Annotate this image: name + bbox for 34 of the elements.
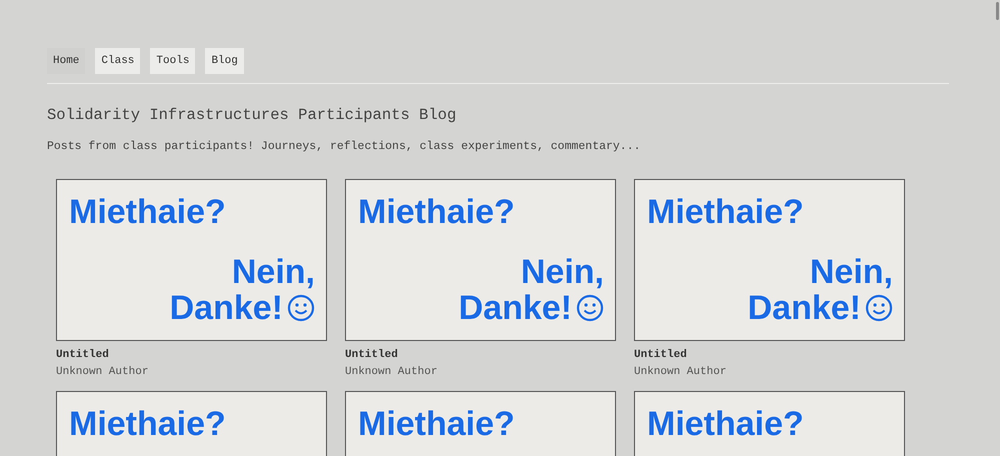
poster-text: Miethaie?: [647, 406, 804, 442]
post-title[interactable]: Untitled: [634, 349, 905, 361]
post-thumbnail[interactable]: Miethaie? Nein, Danke!: [345, 179, 616, 341]
page-title: Solidarity Infrastructures Participants Blog: [47, 106, 458, 124]
poster-text: Miethaie?: [647, 194, 804, 230]
post-title[interactable]: Untitled: [56, 349, 327, 361]
nav-link[interactable]: Tools: [150, 48, 196, 74]
smiley-icon: [865, 294, 893, 322]
post-thumbnail[interactable]: Miethaie?: [56, 391, 327, 456]
post-author: Unknown Author: [634, 366, 728, 378]
nav-link[interactable]: Home: [47, 48, 86, 74]
poster-text: Miethaie?: [69, 406, 226, 442]
scrollbar-thumb[interactable]: [996, 2, 999, 20]
poster-text: Miethaie?: [69, 194, 226, 230]
post-thumbnail[interactable]: Miethaie? Nein, Danke!: [56, 179, 327, 341]
poster-text: Nein,: [232, 254, 315, 290]
poster-text: Miethaie?: [358, 406, 515, 442]
post-thumbnail[interactable]: Miethaie?: [345, 391, 616, 456]
poster-text: Nein,: [520, 254, 604, 290]
post-title[interactable]: Untitled: [345, 349, 616, 361]
post-thumbnail[interactable]: Miethaie? Nein, Danke!: [634, 179, 905, 341]
smiley-icon: [576, 294, 604, 322]
post-thumbnail[interactable]: Miethaie?: [634, 391, 905, 456]
poster-text: Danke!: [458, 290, 572, 326]
poster-text: Nein,: [810, 254, 893, 290]
page-subtitle: Posts from class participants! Journeys, reflections, class experiments, commentary...: [47, 140, 642, 153]
post-author: Unknown Author: [345, 366, 438, 378]
poster-text: Miethaie?: [358, 194, 515, 230]
nav-link[interactable]: Class: [95, 48, 140, 74]
nav-link[interactable]: Blog: [205, 48, 244, 74]
smiley-icon: [287, 294, 315, 322]
poster-text: Danke!: [748, 290, 861, 326]
poster-text: Danke!: [170, 290, 283, 326]
post-author: Unknown Author: [56, 366, 150, 378]
